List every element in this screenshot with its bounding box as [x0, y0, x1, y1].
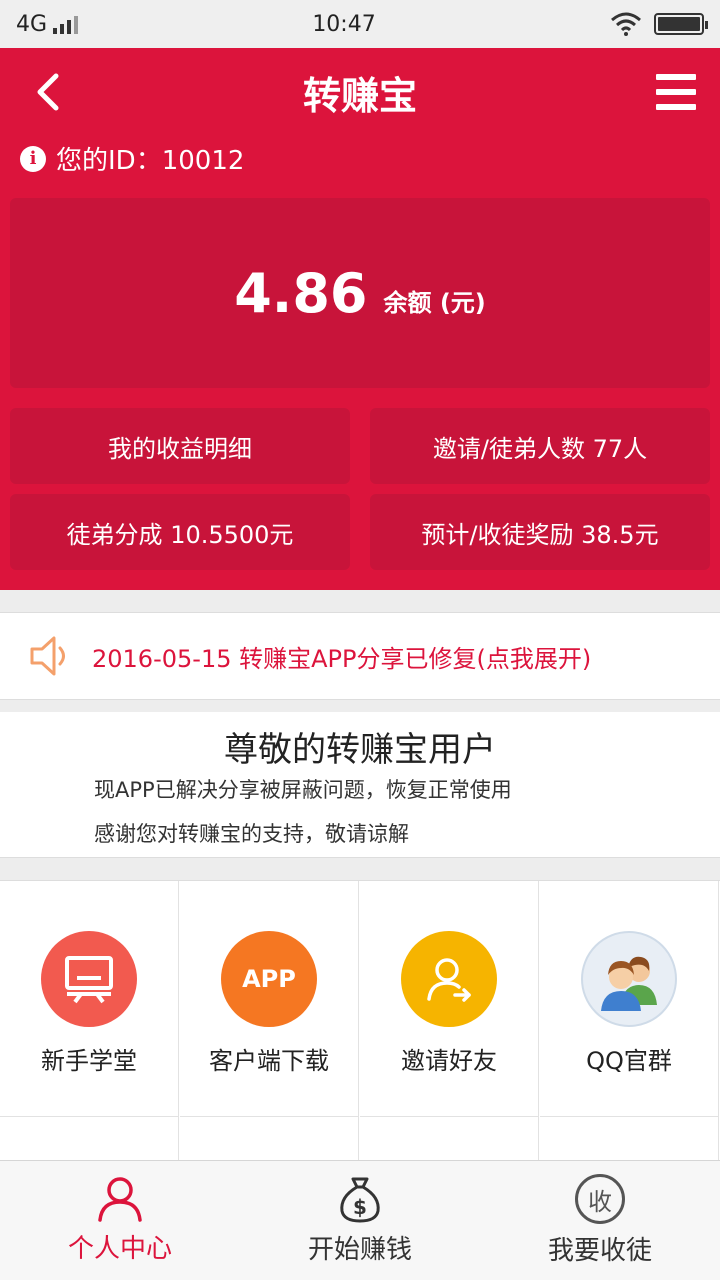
app-icon: APP	[221, 931, 317, 1027]
tab-recruit-apprentice[interactable]: 收 我要收徒	[480, 1161, 720, 1280]
battery-icon	[653, 13, 708, 35]
announcement-line-2: 感谢您对转赚宝的支持，敬请谅解	[94, 822, 409, 846]
menu-icon	[656, 74, 696, 80]
money-bag-icon: $	[340, 1177, 380, 1223]
page-title: 转赚宝	[302, 73, 417, 118]
notice-text: 2016-05-15 转赚宝APP分享已修复(点我展开)	[92, 644, 592, 673]
balance-label: 余额 (元)	[383, 288, 486, 317]
collect-icon: 收	[575, 1174, 625, 1224]
user-id-row: i 您的ID：10012	[20, 140, 244, 177]
info-icon: i	[20, 145, 46, 172]
bottom-tab-bar: 个人中心 $ 开始赚钱 收 我要收徒	[0, 1160, 720, 1280]
recruit-reward-button[interactable]: 预计/收徒奖励 38.5元	[370, 494, 710, 570]
grid-item-qq-group[interactable]: QQ官群	[540, 881, 719, 1117]
back-button[interactable]	[24, 68, 72, 116]
status-time: 10:47	[312, 11, 376, 37]
grid-empty-cell	[540, 1117, 719, 1161]
announcement-title: 尊敬的转赚宝用户	[224, 730, 496, 770]
svg-text:$: $	[353, 1195, 367, 1219]
grid-item-label: 邀请好友	[401, 1047, 497, 1075]
announcement-message: 尊敬的转赚宝用户 现APP已解决分享被屏蔽问题，恢复正常使用 感谢您对转赚宝的支…	[0, 712, 720, 858]
invite-user-icon	[401, 931, 497, 1027]
speaker-icon	[30, 636, 65, 676]
network-label: 4G	[16, 11, 48, 37]
app-header: 转赚宝	[0, 48, 720, 136]
qq-group-icon	[581, 931, 677, 1027]
menu-button[interactable]	[654, 70, 698, 114]
earnings-detail-button[interactable]: 我的收益明细	[10, 408, 350, 484]
signal-bars-icon	[53, 14, 79, 34]
grid-item-label: 客户端下载	[209, 1047, 329, 1075]
wifi-icon	[611, 12, 641, 36]
grid-item-invite-friends[interactable]: 邀请好友	[360, 881, 539, 1117]
balance-card: 4.86 余额 (元)	[10, 198, 710, 388]
announcement-line-1: 现APP已解决分享被屏蔽问题，恢复正常使用	[94, 778, 512, 802]
grid-empty-cell	[180, 1117, 359, 1161]
grid-item-label: 新手学堂	[41, 1047, 137, 1075]
tab-personal-center[interactable]: 个人中心	[0, 1161, 240, 1280]
user-id-text: 您的ID：10012	[56, 146, 245, 176]
balance-value: 4.86	[234, 261, 368, 325]
invite-count-button[interactable]: 邀请/徒弟人数 77人	[370, 408, 710, 484]
account-panel: i 您的ID：10012 4.86 余额 (元) 我的收益明细 邀请/徒弟人数 …	[0, 136, 720, 590]
grid-item-label: QQ官群	[586, 1047, 672, 1075]
tab-label: 个人中心	[67, 1234, 172, 1264]
chevron-left-icon	[37, 73, 59, 111]
feature-grid: 新手学堂 APP 客户端下载 邀请好友 QQ官群	[0, 880, 720, 1161]
signal-indicator: 4G	[16, 11, 79, 37]
grid-empty-cell	[360, 1117, 539, 1161]
grid-empty-cell	[0, 1117, 179, 1161]
tab-label: 开始赚钱	[307, 1235, 412, 1265]
monitor-icon	[41, 931, 137, 1027]
tab-start-earning[interactable]: $ 开始赚钱	[240, 1161, 480, 1280]
status-bar: 4G 10:47	[0, 0, 720, 48]
tab-label: 我要收徒	[547, 1236, 652, 1266]
grid-item-client-download[interactable]: APP 客户端下载	[180, 881, 359, 1117]
user-icon	[98, 1177, 142, 1222]
grid-item-newbie-school[interactable]: 新手学堂	[0, 881, 179, 1117]
notice-bar[interactable]: 2016-05-15 转赚宝APP分享已修复(点我展开)	[0, 612, 720, 700]
apprentice-share-button[interactable]: 徒弟分成 10.5500元	[10, 494, 350, 570]
